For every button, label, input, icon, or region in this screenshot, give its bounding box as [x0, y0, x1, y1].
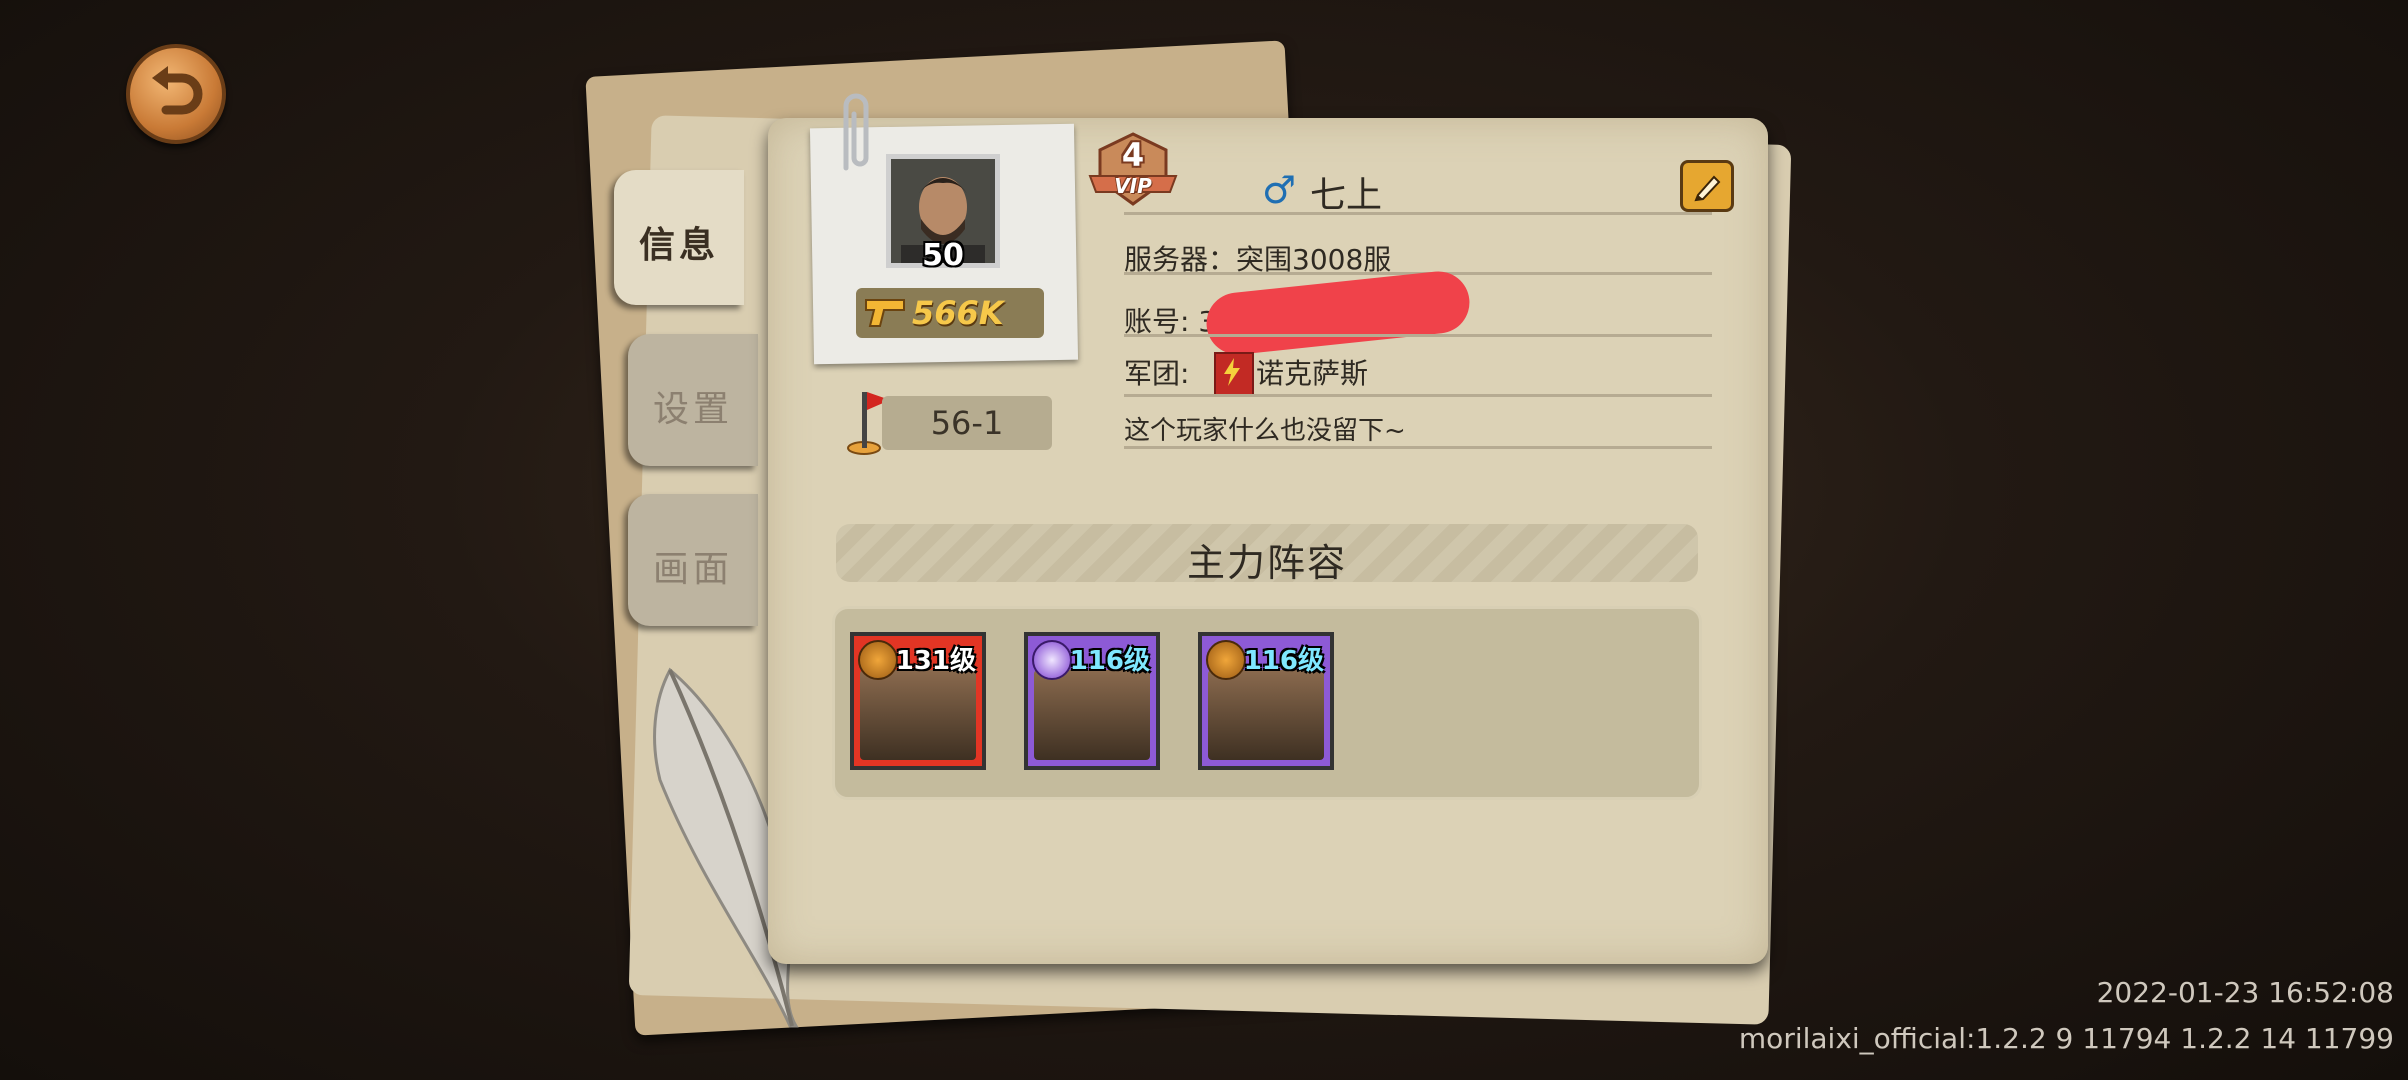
hero-portrait	[860, 670, 976, 760]
stage-progress: 56-1	[882, 396, 1052, 450]
pencil-icon	[1694, 175, 1721, 202]
edit-name-button[interactable]	[1680, 160, 1734, 212]
gold-coin-icon	[1206, 640, 1246, 680]
purple-monkey-icon	[1032, 640, 1072, 680]
hero-card[interactable]: 116级	[1198, 632, 1334, 770]
tab-display[interactable]: 画面	[628, 494, 758, 626]
gold-coin-icon	[858, 640, 898, 680]
hero-card[interactable]: 116级	[1024, 632, 1160, 770]
paperclip-icon	[843, 93, 869, 171]
hero-level: 116级	[1069, 646, 1150, 676]
player-name: 七上	[1310, 175, 1383, 216]
player-level: 50	[922, 238, 964, 273]
back-button[interactable]	[126, 44, 226, 144]
undo-arrow-icon	[152, 66, 203, 115]
hero-portrait	[1208, 670, 1324, 760]
tab-display-label: 画面	[652, 549, 733, 590]
gender-male-icon: ♂	[1262, 168, 1297, 212]
tab-settings-label: 设置	[652, 389, 733, 430]
timestamp: 2022-01-23 16:52:08	[2096, 976, 2394, 1009]
divider	[1124, 446, 1712, 449]
tab-info-label: 信息	[638, 225, 719, 266]
power-value: 566K	[912, 294, 1004, 332]
guild-label: 军团:	[1124, 357, 1190, 390]
divider	[1124, 394, 1712, 397]
vip-badge: 4 VIP	[1086, 130, 1180, 210]
lineup-title: 主力阵容	[1186, 541, 1347, 585]
guild-name[interactable]: 诺克萨斯	[1256, 352, 1368, 392]
vip-label: VIP	[1114, 174, 1152, 198]
divider	[1124, 334, 1712, 337]
power-display: 566K	[856, 288, 1044, 338]
guild-banner-icon	[1214, 352, 1254, 396]
hero-level: 131级	[895, 646, 976, 676]
gun-icon	[865, 299, 905, 327]
tab-info[interactable]: 信息	[614, 170, 744, 305]
tab-settings[interactable]: 设置	[628, 334, 758, 466]
lineup-header: 主力阵容	[836, 524, 1698, 585]
divider	[1124, 212, 1712, 215]
hero-level: 116级	[1243, 646, 1324, 676]
lightning-icon	[1224, 358, 1240, 386]
vip-level: 4	[1121, 136, 1145, 174]
version-info: morilaixi_official:1.2.2 9 11794 1.2.2 1…	[1738, 1022, 2394, 1055]
player-signature: 这个玩家什么也没留下~	[1124, 416, 1406, 446]
hero-portrait	[1034, 670, 1150, 760]
stage-value: 56-1	[930, 404, 1004, 442]
hero-card[interactable]: 131级	[850, 632, 986, 770]
